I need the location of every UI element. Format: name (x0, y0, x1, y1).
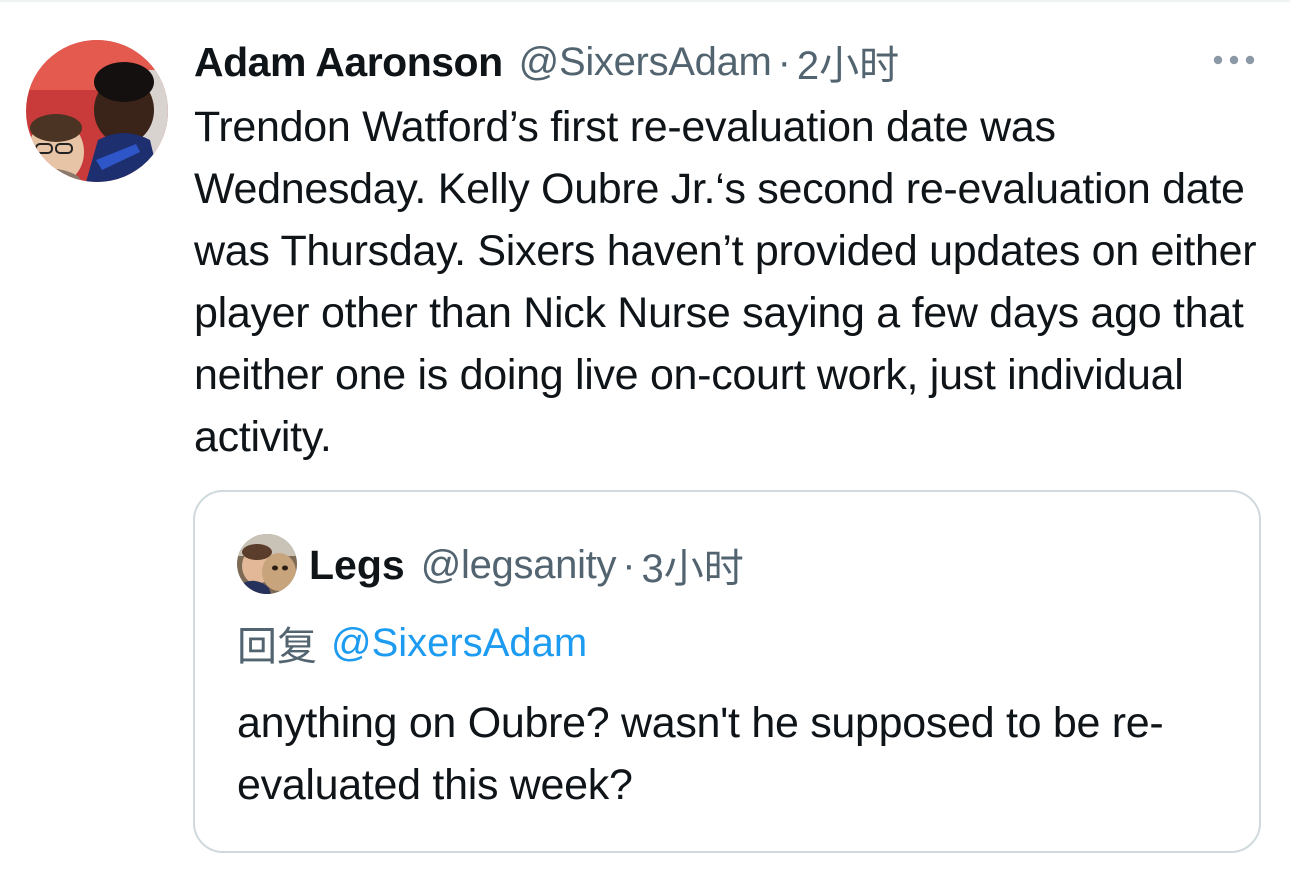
top-divider (0, 0, 1290, 2)
quoted-author-avatar[interactable] (237, 534, 297, 594)
replying-to-line: 回复 @SixersAdam (237, 616, 587, 670)
more-options-button[interactable] (1208, 44, 1260, 76)
reply-prefix: 回复 (237, 625, 317, 669)
quoted-author-handle[interactable]: @legsanity (421, 543, 617, 588)
quoted-tweet-header: Legs @legsanity · 3小时 (309, 540, 744, 592)
quoted-tweet-card[interactable]: Legs @legsanity · 3小时 回复 @SixersAdam any… (193, 490, 1261, 853)
tweet-text: Trendon Watford’s first re-evaluation da… (194, 103, 1257, 461)
more-horizontal-icon (1213, 55, 1255, 65)
reply-mention-link[interactable]: @SixersAdam (331, 621, 587, 666)
author-avatar[interactable] (26, 40, 168, 182)
quoted-tweet-timestamp[interactable]: 3小时 (642, 536, 744, 594)
quoted-tweet-text: anything on Oubre? wasn't he supposed to… (237, 699, 1164, 809)
separator-dot: · (777, 39, 791, 84)
author-name[interactable]: Adam Aaronson (194, 39, 503, 86)
tweet-header: Adam Aaronson @SixersAdam · 2小时 (194, 33, 899, 91)
quoted-author-name[interactable]: Legs (309, 542, 405, 589)
tweet-timestamp[interactable]: 2小时 (797, 33, 899, 91)
separator-dot: · (622, 542, 636, 587)
author-handle[interactable]: @SixersAdam (519, 40, 772, 85)
